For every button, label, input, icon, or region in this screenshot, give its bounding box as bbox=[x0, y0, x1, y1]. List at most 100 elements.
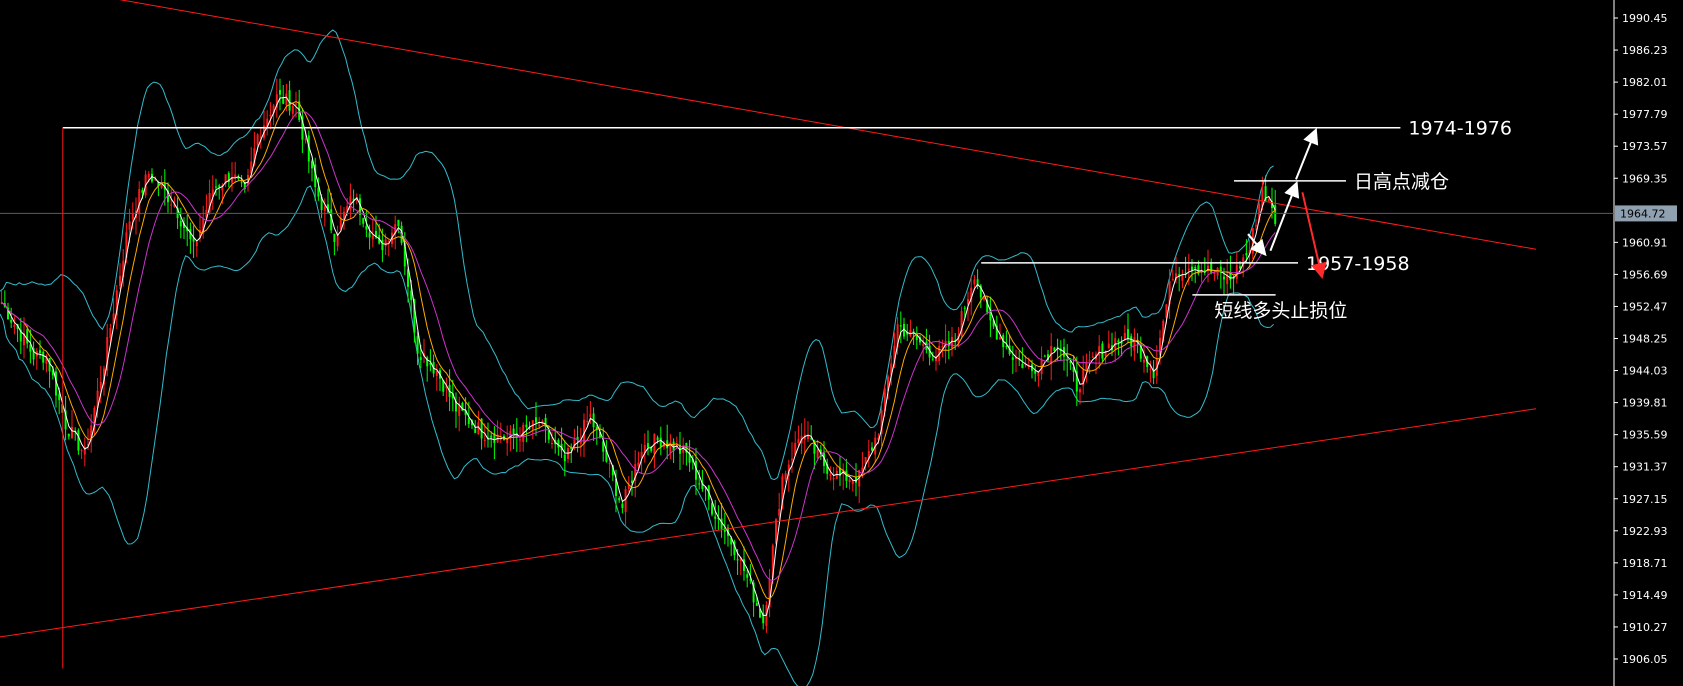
price-axis: 1990.45 1986.23 1982.01 1977.79 1973.57 1969.… bbox=[0, 0, 1677, 686]
candle-body bbox=[519, 439, 521, 441]
candle-body bbox=[797, 439, 800, 444]
candle bbox=[1226, 258, 1229, 295]
candle-body bbox=[899, 325, 902, 327]
candle bbox=[275, 78, 278, 119]
candle-body bbox=[538, 424, 541, 427]
candle-body bbox=[1079, 389, 1081, 393]
candle-body bbox=[656, 437, 659, 441]
candle-body bbox=[371, 235, 374, 240]
candle bbox=[765, 601, 768, 633]
candle-body bbox=[1245, 252, 1248, 256]
candle bbox=[1034, 365, 1037, 382]
candle-body bbox=[323, 206, 326, 211]
candle-body bbox=[1005, 346, 1008, 348]
candle-body bbox=[941, 346, 944, 348]
candle bbox=[960, 306, 963, 339]
candle bbox=[138, 181, 141, 222]
candle-body bbox=[1187, 268, 1190, 271]
candle-body bbox=[288, 90, 291, 111]
candle bbox=[506, 425, 509, 456]
candle bbox=[1005, 330, 1008, 350]
candle bbox=[455, 392, 457, 428]
candle bbox=[858, 469, 861, 504]
candle-body bbox=[1123, 332, 1126, 340]
candle bbox=[179, 207, 182, 239]
candle-body bbox=[647, 443, 649, 448]
level-label: 1974-1976 bbox=[1408, 118, 1512, 140]
candle-body bbox=[586, 421, 589, 423]
candle bbox=[202, 205, 205, 239]
ascending-support-line bbox=[0, 408, 1537, 638]
candle-body bbox=[256, 134, 259, 146]
candle-body bbox=[1117, 340, 1120, 343]
candle-body bbox=[333, 233, 336, 243]
candle-body bbox=[291, 106, 294, 114]
candle-body bbox=[1130, 336, 1133, 347]
candle bbox=[935, 348, 937, 371]
candle bbox=[851, 479, 854, 492]
candle bbox=[80, 448, 83, 460]
candle bbox=[189, 222, 192, 254]
candle-body bbox=[1171, 278, 1174, 281]
candle-body bbox=[1085, 362, 1088, 370]
candle bbox=[999, 323, 1001, 341]
candle bbox=[1050, 333, 1053, 381]
candle-body bbox=[195, 242, 198, 247]
candle-body bbox=[922, 343, 925, 346]
candle bbox=[288, 80, 291, 116]
candle bbox=[240, 174, 243, 188]
candle-body bbox=[1143, 359, 1145, 363]
candle-body bbox=[179, 220, 182, 227]
candle bbox=[42, 350, 45, 371]
candle bbox=[1207, 249, 1209, 283]
moving-average-14 bbox=[1, 111, 1276, 581]
candle bbox=[1203, 257, 1206, 276]
candle bbox=[1002, 333, 1005, 358]
bollinger-upper bbox=[0, 29, 1274, 481]
candle bbox=[1008, 334, 1011, 356]
candle bbox=[528, 421, 531, 430]
candle bbox=[832, 466, 835, 491]
candle-body bbox=[71, 426, 73, 439]
candle-body bbox=[419, 357, 422, 361]
candle bbox=[1181, 269, 1184, 289]
candle bbox=[186, 214, 189, 247]
candle bbox=[567, 445, 569, 463]
candle bbox=[119, 263, 121, 290]
candle bbox=[688, 440, 691, 472]
candle-body bbox=[384, 239, 387, 247]
candle bbox=[1178, 266, 1181, 292]
candle-body bbox=[746, 574, 749, 578]
candle-body bbox=[119, 275, 121, 286]
current-price-label: 1964.72 bbox=[1620, 207, 1666, 220]
candle-body bbox=[1088, 359, 1091, 362]
candle bbox=[579, 427, 582, 457]
axis-tick-label: 1922.93 bbox=[1622, 525, 1668, 538]
candle-body bbox=[215, 186, 217, 188]
candle bbox=[1123, 324, 1126, 341]
candle-body bbox=[295, 103, 297, 105]
candle-body bbox=[109, 328, 112, 339]
candle-body bbox=[147, 173, 150, 178]
candle bbox=[1037, 371, 1040, 387]
candle bbox=[314, 157, 317, 201]
candle-body bbox=[736, 559, 739, 561]
candle bbox=[333, 233, 336, 256]
candle bbox=[624, 486, 627, 527]
candle bbox=[643, 433, 646, 463]
bollinger-lower bbox=[0, 185, 1274, 686]
candle bbox=[1101, 341, 1104, 362]
candle bbox=[493, 426, 496, 460]
candle bbox=[112, 297, 115, 325]
candle-body bbox=[621, 503, 624, 509]
candle-body bbox=[138, 188, 141, 215]
candle-body bbox=[714, 516, 717, 519]
moving-average-3 bbox=[1, 96, 1276, 617]
candle-body bbox=[1207, 265, 1209, 269]
candle-body bbox=[755, 602, 758, 606]
candle bbox=[778, 492, 781, 519]
candle bbox=[531, 419, 534, 439]
axis-tick-label: 1986.23 bbox=[1622, 44, 1668, 57]
candle-body bbox=[58, 394, 61, 401]
candle bbox=[263, 110, 265, 141]
